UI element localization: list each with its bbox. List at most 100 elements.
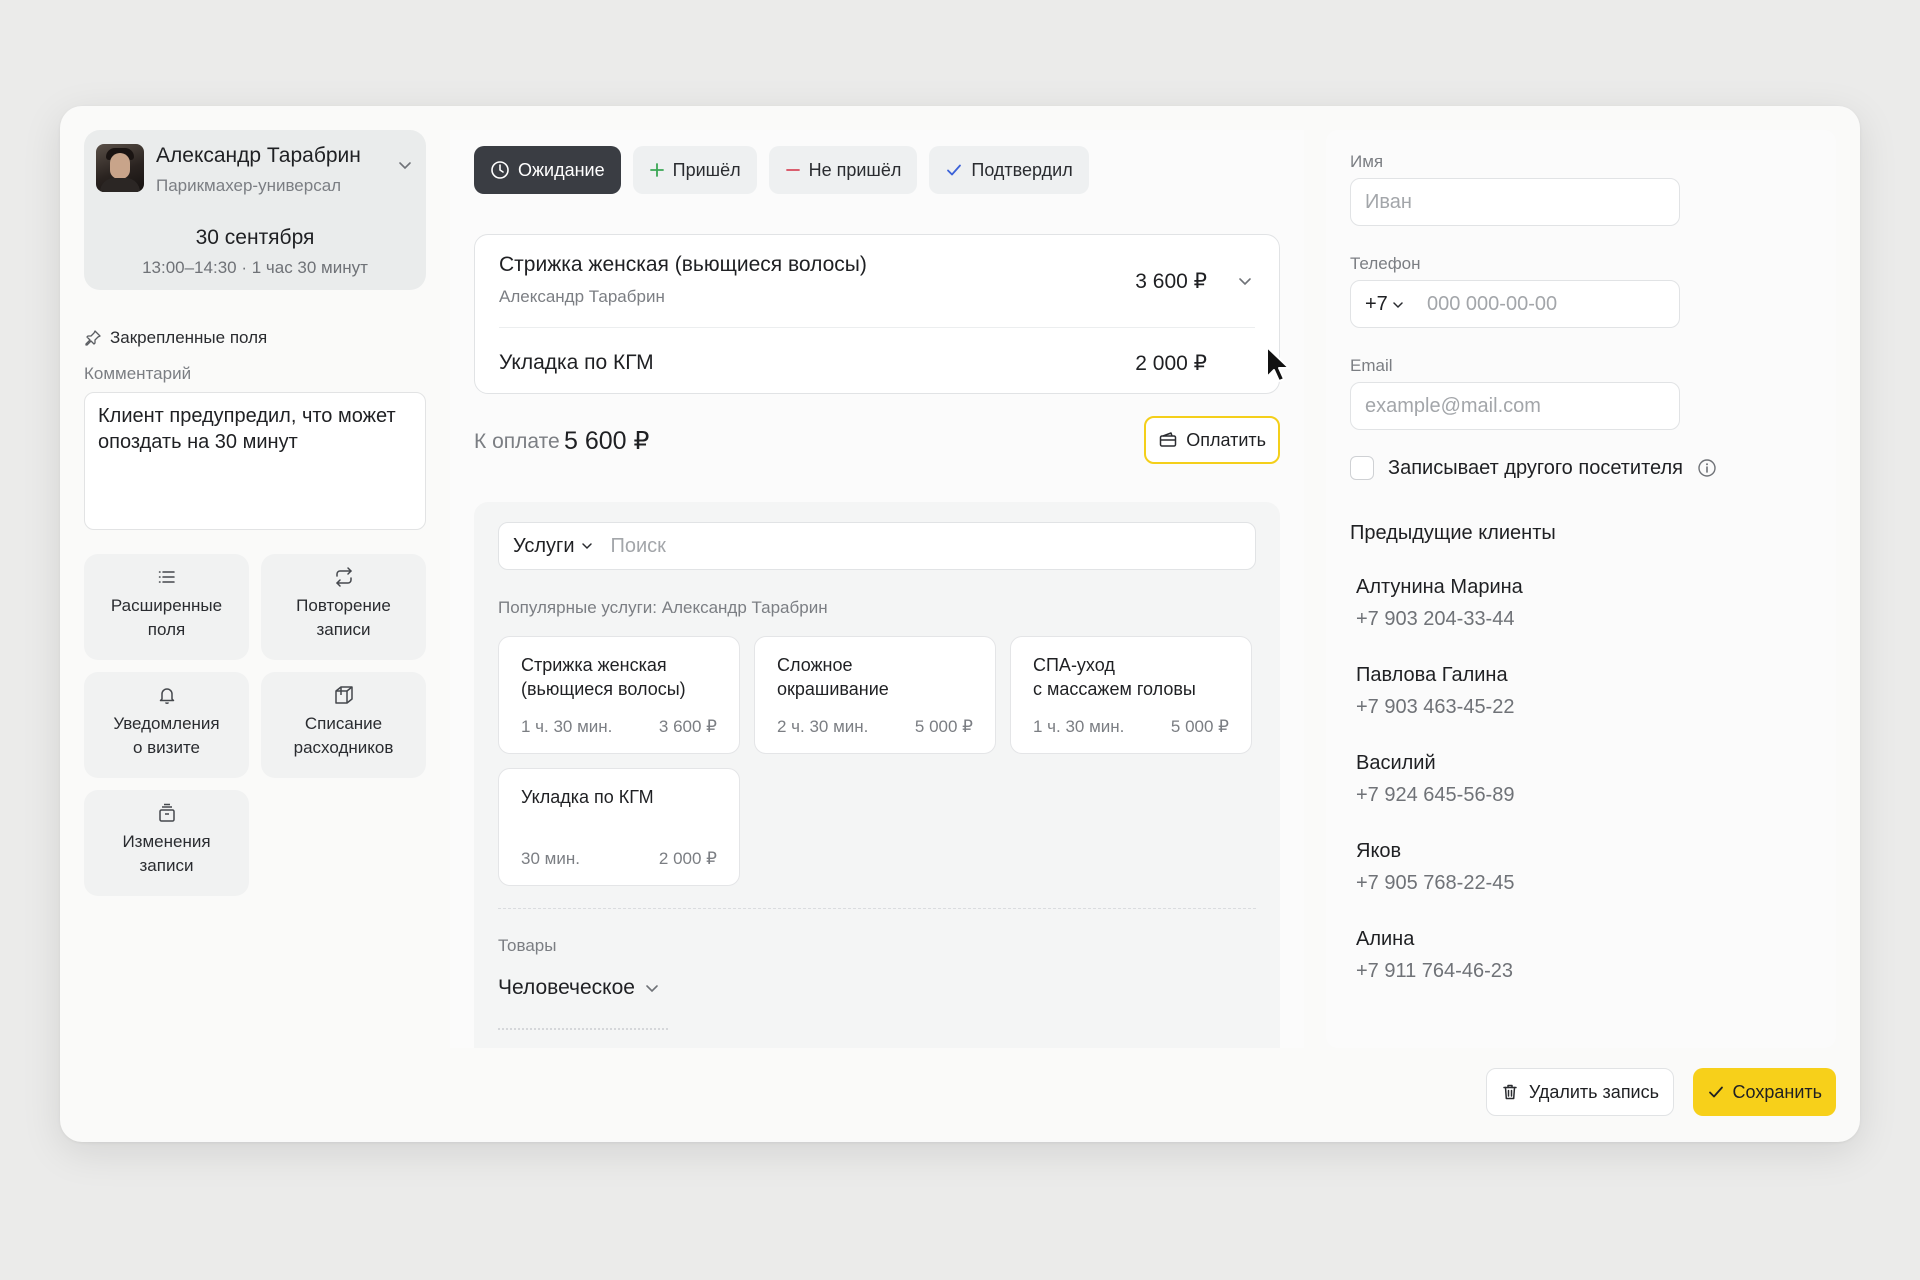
client-phone: +7 924 645-56-89	[1356, 784, 1515, 806]
client-name: Павлова Галина	[1356, 664, 1508, 686]
service-card[interactable]: СПА-уход с массажем головы 1 ч. 30 мин. …	[1010, 636, 1252, 754]
client-name: Алтунина Марина	[1356, 576, 1523, 598]
previous-clients-title: Предыдущие клиенты	[1350, 522, 1556, 544]
previous-client[interactable]: Павлова Галина +7 903 463-45-22	[1356, 664, 1514, 719]
client-phone: +7 903 204-33-44	[1356, 608, 1515, 630]
client-phone: +7 911 764-46-23	[1356, 960, 1513, 982]
chevron-down-icon	[1393, 301, 1403, 308]
status-bar: Ожидание Пришёл Не пришёл Подтвердил	[474, 146, 1089, 194]
comment-textarea[interactable]: Клиент предупредил, что может опоздать н…	[84, 392, 426, 530]
card-title: Сложное	[777, 655, 853, 675]
tile-notifications[interactable]: Уведомления о визите	[84, 672, 249, 778]
status-arrived-button[interactable]: Пришёл	[632, 146, 757, 194]
archive-icon	[158, 803, 175, 822]
minus-icon	[785, 169, 800, 171]
bell-icon	[159, 688, 174, 705]
tile-label: записи	[316, 620, 371, 639]
previous-client[interactable]: Яков +7 905 768-22-45	[1356, 840, 1514, 895]
tile-repeat[interactable]: Повторение записи	[261, 554, 426, 660]
save-button[interactable]: Сохранить	[1692, 1068, 1836, 1116]
tile-label: Уведомления	[113, 714, 220, 733]
appointment-time: 13:00–14:30 · 1 час 30 минут	[142, 258, 368, 277]
delete-record-label: Удалить запись	[1528, 1081, 1659, 1102]
phone-input[interactable]	[1413, 281, 1673, 327]
client-phone: +7 903 463-45-22	[1356, 696, 1515, 718]
phone-code-label: +7	[1365, 293, 1388, 315]
card-duration: 30 мин.	[521, 849, 580, 868]
tile-extended-fields[interactable]: Расширенные поля	[84, 554, 249, 660]
category-dropdown[interactable]: Услуги	[513, 535, 593, 558]
card-title: Укладка по КГМ	[521, 787, 654, 807]
list-icon	[158, 571, 175, 583]
phone-code-dropdown[interactable]: +7	[1365, 293, 1404, 316]
pay-button-label: Оплатить	[1186, 429, 1266, 450]
client-name: Яков	[1356, 840, 1402, 862]
status-arrived-label: Пришёл	[672, 159, 741, 180]
card-title: Стрижка женская	[521, 655, 667, 675]
card-title: окрашивание	[777, 679, 889, 699]
card-duration: 1 ч. 30 мин.	[521, 717, 613, 736]
status-not-arrived-button[interactable]: Не пришёл	[768, 146, 918, 194]
chevron-down-icon	[581, 543, 592, 550]
plus-icon	[649, 163, 664, 177]
payment-amount: 5 600 ₽	[564, 427, 650, 455]
repeat-icon	[335, 567, 352, 587]
service-catalog: Услуги Популярные услуги: Александр Тара…	[474, 502, 1280, 1048]
master-card[interactable]: Александр Тарабрин Парикмахер-универсал …	[84, 130, 426, 290]
service-card[interactable]: Укладка по КГМ 30 мин. 2 000 ₽	[498, 768, 740, 886]
goods-category-dropdown[interactable]: Человеческое	[498, 976, 659, 1000]
tile-label: о визите	[132, 738, 201, 757]
service-card[interactable]: Сложное окрашивание 2 ч. 30 мин. 5 000 ₽	[754, 636, 996, 754]
client-phone: +7 905 768-22-45	[1356, 872, 1515, 894]
name-label: Имя	[1350, 152, 1384, 171]
search-input[interactable]	[610, 534, 1171, 558]
tile-label: Изменения	[122, 832, 211, 851]
status-confirmed-button[interactable]: Подтвердил	[929, 146, 1089, 194]
info-icon[interactable]	[1697, 458, 1717, 478]
save-label: Сохранить	[1732, 1081, 1822, 1102]
status-waiting-button[interactable]: Ожидание	[474, 146, 621, 194]
pinned-fields-label: Закрепленные поля	[110, 328, 268, 347]
master-name: Александр Тарабрин	[156, 144, 361, 167]
delete-record-button[interactable]: Удалить запись	[1485, 1068, 1674, 1116]
wallet-icon	[1159, 432, 1177, 447]
master-role: Парикмахер-универсал	[156, 176, 342, 195]
comment-label: Комментарий	[84, 364, 192, 383]
tile-changes[interactable]: Изменения записи	[84, 790, 249, 896]
check-icon	[1708, 1086, 1723, 1098]
scroll-fade	[498, 1028, 668, 1036]
tile-label: записи	[139, 856, 194, 875]
service-master: Александр Тарабрин	[499, 287, 665, 306]
chevron-down-icon[interactable]	[1237, 273, 1253, 289]
tile-consumables[interactable]: Списание расходников	[261, 672, 426, 778]
chevron-down-icon[interactable]	[398, 158, 412, 172]
previous-client[interactable]: Василий +7 924 645-56-89	[1356, 752, 1514, 807]
service-card[interactable]: Стрижка женская (вьющиеся волосы) 1 ч. 3…	[498, 636, 740, 754]
phone-label: Телефон	[1350, 254, 1421, 273]
name-input[interactable]	[1351, 179, 1679, 225]
catalog-search: Услуги	[498, 522, 1256, 570]
phone-field: +7	[1350, 280, 1680, 328]
status-waiting-label: Ожидание	[518, 159, 605, 180]
email-label: Email	[1350, 356, 1393, 375]
card-price: 5 000 ₽	[1170, 717, 1229, 736]
pay-button[interactable]: Оплатить	[1144, 416, 1280, 464]
email-input[interactable]	[1351, 383, 1679, 429]
other-visitor-checkbox[interactable]	[1350, 456, 1374, 480]
previous-client[interactable]: Алина +7 911 764-46-23	[1356, 928, 1513, 983]
tile-label: Повторение	[296, 596, 391, 615]
client-name: Василий	[1356, 752, 1436, 774]
mouse-cursor-icon	[1266, 346, 1290, 382]
tile-label: Списание	[304, 714, 383, 733]
divider	[498, 908, 1256, 909]
appointment-date: 30 сентября	[195, 226, 315, 249]
tile-label: Расширенные	[110, 596, 223, 615]
middle-panel: Ожидание Пришёл Не пришёл Подтвердил Стр…	[450, 130, 1304, 1048]
previous-client[interactable]: Алтунина Марина +7 903 204-33-44	[1356, 576, 1523, 631]
service-name: Стрижка женская (вьющиеся волосы)	[499, 253, 867, 276]
card-price: 3 600 ₽	[658, 717, 717, 736]
name-field	[1350, 178, 1680, 226]
service-price: 3 600 ₽	[1135, 270, 1207, 293]
left-panel: Александр Тарабрин Парикмахер-универсал …	[84, 130, 426, 896]
clock-icon	[491, 161, 509, 179]
